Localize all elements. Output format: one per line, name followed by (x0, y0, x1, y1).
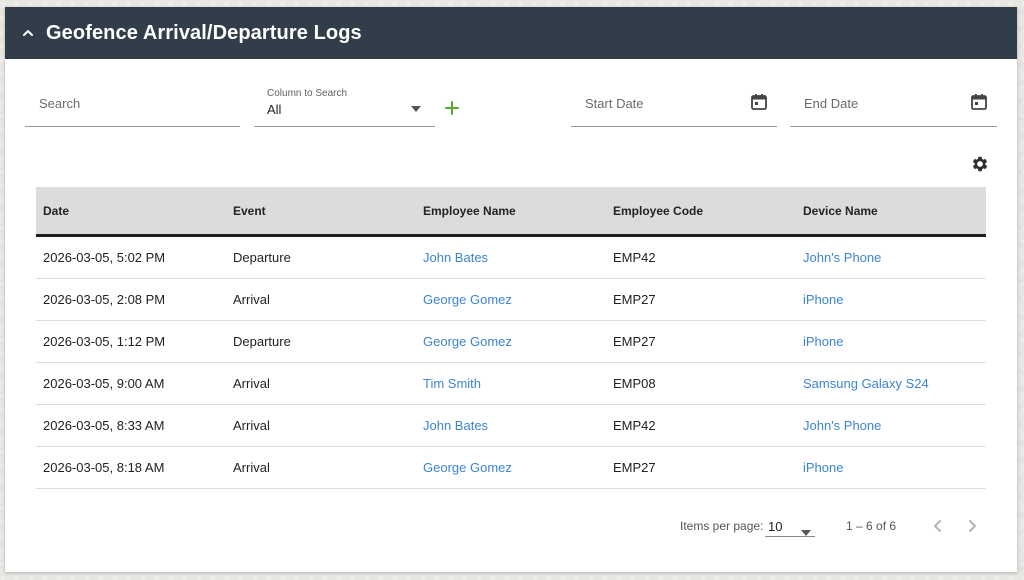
items-per-page-label: Items per page: (680, 519, 764, 533)
cell-event: Arrival (233, 292, 270, 307)
items-per-page-select[interactable]: 10 (765, 515, 815, 537)
cell-date: 2026-03-05, 1:12 PM (43, 334, 166, 349)
gear-icon[interactable] (970, 154, 990, 174)
cell-employee-code: EMP08 (613, 376, 656, 391)
device-name-link[interactable]: John's Phone (796, 250, 986, 265)
cell-employee-code: EMP42 (613, 250, 656, 265)
employee-name-link[interactable]: John Bates (416, 418, 606, 433)
table-row: 2026-03-05, 1:12 PM Departure George Gom… (36, 321, 986, 363)
device-name-link[interactable]: iPhone (796, 460, 986, 475)
cell-event: Departure (233, 334, 291, 349)
start-date-field[interactable]: Start Date (571, 93, 777, 127)
cell-date: 2026-03-05, 8:33 AM (43, 418, 165, 433)
column-to-search-value: All (267, 102, 282, 117)
column-to-search-select[interactable]: Column to Search All (254, 85, 435, 127)
table-row: 2026-03-05, 8:18 AM Arrival George Gomez… (36, 447, 986, 489)
employee-name-link[interactable]: John Bates (416, 250, 606, 265)
geofence-logs-panel: Geofence Arrival/Departure Logs Search C… (5, 7, 1017, 572)
panel-title: Geofence Arrival/Departure Logs (46, 21, 362, 44)
paginator: Items per page: 10 1 – 6 of 6 (5, 512, 1017, 542)
column-header-event[interactable]: Event (226, 204, 416, 218)
search-placeholder: Search (39, 96, 81, 111)
logs-table: Date Event Employee Name Employee Code D… (36, 187, 986, 489)
cell-employee-code: EMP27 (613, 460, 656, 475)
device-name-link[interactable]: Samsung Galaxy S24 (796, 376, 986, 391)
column-header-device-name[interactable]: Device Name (796, 204, 986, 218)
caret-down-icon (801, 523, 811, 541)
chevron-right-icon[interactable] (962, 516, 982, 536)
cell-employee-code: EMP27 (613, 292, 656, 307)
device-name-link[interactable]: iPhone (796, 334, 986, 349)
device-name-link[interactable]: John's Phone (796, 418, 986, 433)
table-row: 2026-03-05, 5:02 PM Departure John Bates… (36, 237, 986, 279)
plus-icon[interactable] (444, 100, 460, 116)
end-date-field[interactable]: End Date (790, 93, 997, 127)
cell-event: Arrival (233, 418, 270, 433)
table-row: 2026-03-05, 2:08 PM Arrival George Gomez… (36, 279, 986, 321)
chevron-up-icon[interactable] (21, 26, 35, 40)
employee-name-link[interactable]: Tim Smith (416, 376, 606, 391)
calendar-icon[interactable] (750, 93, 768, 111)
table-row: 2026-03-05, 9:00 AM Arrival Tim Smith EM… (36, 363, 986, 405)
cell-event: Arrival (233, 460, 270, 475)
calendar-icon[interactable] (970, 93, 988, 111)
panel-header[interactable]: Geofence Arrival/Departure Logs (5, 7, 1017, 59)
table-row: 2026-03-05, 8:33 AM Arrival John Bates E… (36, 405, 986, 447)
column-header-employee-name[interactable]: Employee Name (416, 204, 606, 218)
employee-name-link[interactable]: George Gomez (416, 292, 606, 307)
search-input[interactable]: Search (25, 93, 240, 127)
cell-employee-code: EMP27 (613, 334, 656, 349)
cell-date: 2026-03-05, 8:18 AM (43, 460, 165, 475)
column-header-employee-code[interactable]: Employee Code (606, 204, 796, 218)
employee-name-link[interactable]: George Gomez (416, 334, 606, 349)
chevron-left-icon[interactable] (928, 516, 948, 536)
cell-event: Arrival (233, 376, 270, 391)
column-to-search-label: Column to Search (267, 88, 348, 99)
caret-down-icon (411, 99, 421, 117)
items-per-page-value: 10 (768, 519, 783, 534)
page-range-label: 1 – 6 of 6 (846, 519, 897, 533)
device-name-link[interactable]: iPhone (796, 292, 986, 307)
end-date-placeholder: End Date (804, 96, 859, 111)
table-header-row: Date Event Employee Name Employee Code D… (36, 187, 986, 237)
cell-date: 2026-03-05, 2:08 PM (43, 292, 166, 307)
start-date-placeholder: Start Date (585, 96, 644, 111)
cell-date: 2026-03-05, 9:00 AM (43, 376, 165, 391)
employee-name-link[interactable]: George Gomez (416, 460, 606, 475)
cell-date: 2026-03-05, 5:02 PM (43, 250, 166, 265)
cell-employee-code: EMP42 (613, 418, 656, 433)
cell-event: Departure (233, 250, 291, 265)
column-header-date[interactable]: Date (36, 204, 226, 218)
